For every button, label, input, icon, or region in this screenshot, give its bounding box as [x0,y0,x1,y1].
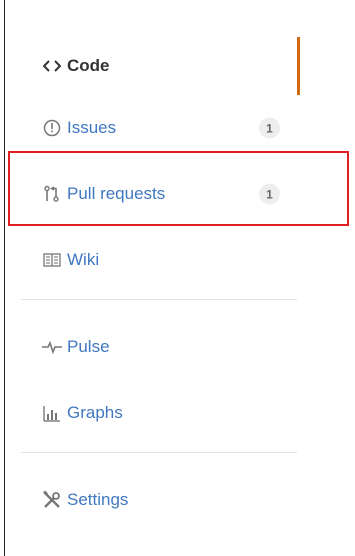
repo-nav-frame: Code Issues 1 Pull requests 1 Wiki Pulse… [4,0,355,556]
sidebar-item-label: Settings [67,490,129,509]
sidebar-item-code[interactable]: Code [21,37,300,95]
sidebar-item-label: Code [67,56,110,75]
pull-requests-count-badge: 1 [259,183,280,205]
git-pull-request-icon [41,185,63,203]
sidebar-item-label: Pulse [67,337,110,356]
divider [21,299,297,300]
tools-icon [41,490,63,510]
sidebar-item-pull-requests[interactable]: Pull requests 1 [21,161,297,227]
sidebar-item-pulse[interactable]: Pulse [21,314,297,380]
issues-count-badge: 1 [259,117,280,139]
sidebar-item-wiki[interactable]: Wiki [21,227,297,293]
graph-icon [41,404,63,422]
issue-icon [41,119,63,137]
sidebar-item-label: Wiki [67,250,100,269]
pulse-icon [41,340,63,354]
sidebar-item-graphs[interactable]: Graphs [21,380,297,446]
sidebar-item-issues[interactable]: Issues 1 [21,95,297,161]
code-icon [41,59,63,73]
sidebar-item-label: Issues [67,118,117,137]
sidebar-item-label: Graphs [67,403,123,422]
sidebar-item-label: Pull requests [67,184,166,203]
selected-indicator [297,37,300,95]
sidebar-item-settings[interactable]: Settings [21,467,297,533]
book-icon [41,253,63,267]
divider [21,452,297,453]
repo-sidebar-nav: Code Issues 1 Pull requests 1 Wiki Pulse… [21,37,300,533]
